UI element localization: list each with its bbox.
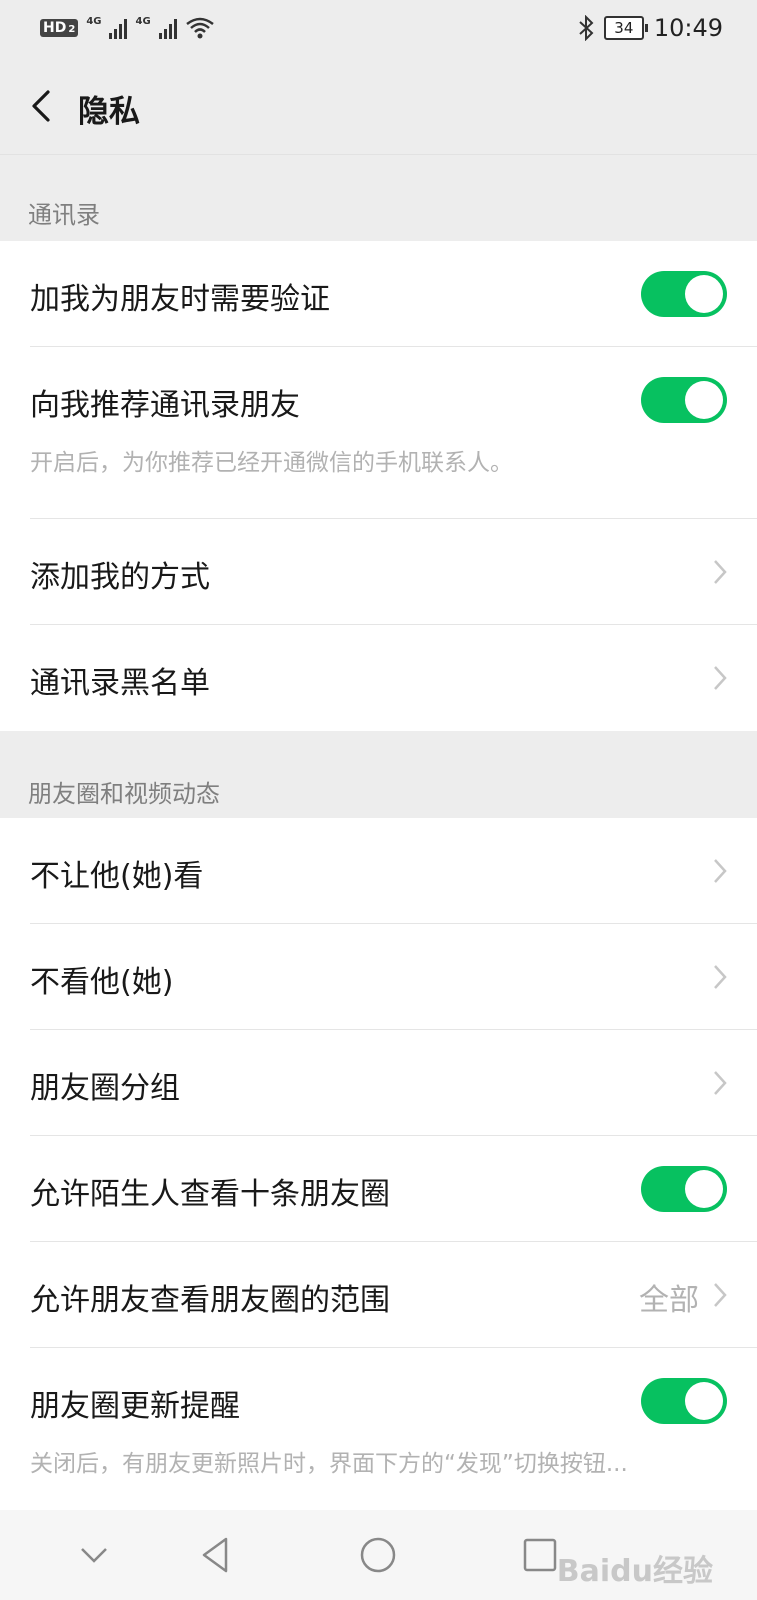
chevron-right-icon (714, 560, 727, 584)
row-label: 不看他(她) (30, 965, 174, 1000)
row-label: 朋友圈更新提醒 (30, 1389, 240, 1424)
row-recommend-contacts[interactable]: 向我推荐通讯录朋友 开启后，为你推荐已经开通微信的手机联系人。 (0, 347, 757, 519)
title-bar: 隐私 (0, 62, 757, 155)
toggle-knob (685, 1170, 723, 1208)
watermark: Baidu经验 (556, 1554, 713, 1589)
hd-badge: HD 2 (40, 19, 79, 37)
section-header-contacts: 通讯录 (0, 155, 757, 241)
row-add-methods[interactable]: 添加我的方式 (0, 519, 757, 625)
signal-1-label: 4G (86, 16, 102, 27)
section-header-label: 朋友圈和视频动态 (28, 780, 220, 808)
row-friends-view-range[interactable]: 允许朋友查看朋友圈的范围 全部 (0, 1242, 757, 1348)
row-contacts-blacklist[interactable]: 通讯录黑名单 (0, 625, 757, 731)
system-nav-bar: Baidu经验 (0, 1510, 757, 1600)
nav-back-icon[interactable] (196, 1535, 236, 1575)
moments-settings-group: 不让他(她)看 不看他(她) 朋友圈分组 允许陌生人查看十条朋友圈 允许朋友查看… (0, 818, 757, 1510)
row-label: 不让他(她)看 (30, 859, 204, 894)
update-reminder-toggle[interactable] (641, 1378, 727, 1424)
signal-2-icon (158, 17, 177, 39)
clock: 10:49 (653, 14, 723, 42)
wifi-icon (185, 17, 214, 39)
page-title: 隐私 (78, 94, 140, 130)
row-hide-my-posts[interactable]: 不让他(她)看 (0, 818, 757, 924)
row-label: 通讯录黑名单 (30, 666, 210, 701)
battery-level: 34 (614, 19, 634, 37)
row-label: 添加我的方式 (30, 560, 210, 595)
nav-collapse-icon[interactable] (74, 1535, 114, 1575)
back-icon (32, 90, 50, 122)
recommend-contacts-toggle[interactable] (641, 377, 727, 423)
bluetooth-icon (579, 15, 594, 41)
contacts-settings-group: 加我为朋友时需要验证 向我推荐通讯录朋友 开启后，为你推荐已经开通微信的手机联系… (0, 241, 757, 731)
row-strangers-view-ten[interactable]: 允许陌生人查看十条朋友圈 (0, 1136, 757, 1242)
toggle-knob (685, 1382, 723, 1420)
row-verify-friend[interactable]: 加我为朋友时需要验证 (0, 241, 757, 347)
chevron-right-icon (714, 965, 727, 989)
row-description: 开启后，为你推荐已经开通微信的手机联系人。 (30, 450, 513, 476)
battery-icon: 34 (603, 16, 648, 40)
nav-home-icon[interactable] (358, 1535, 398, 1575)
strangers-view-toggle[interactable] (641, 1166, 727, 1212)
row-hide-their-posts[interactable]: 不看他(她) (0, 924, 757, 1030)
section-header-label: 通讯录 (28, 201, 100, 229)
chevron-right-icon (714, 666, 727, 690)
row-label: 加我为朋友时需要验证 (30, 282, 330, 317)
toggle-knob (685, 275, 723, 313)
chevron-right-icon (714, 1283, 727, 1307)
row-label: 允许陌生人查看十条朋友圈 (30, 1177, 390, 1212)
signal-2-label: 4G (135, 16, 151, 27)
nav-recents-icon[interactable] (520, 1535, 560, 1575)
row-moments-groups[interactable]: 朋友圈分组 (0, 1030, 757, 1136)
signal-1-icon (109, 17, 128, 39)
row-label: 向我推荐通讯录朋友 (30, 388, 300, 423)
chevron-right-icon (714, 1071, 727, 1095)
toggle-knob (685, 381, 723, 419)
back-button[interactable] (22, 84, 66, 128)
row-moments-update-reminder[interactable]: 朋友圈更新提醒 关闭后，有朋友更新照片时，界面下方的“发现”切换按钮... (0, 1348, 757, 1510)
status-bar: HD 2 4G 4G 34 10:49 (0, 0, 757, 62)
row-value: 全部 (639, 1283, 699, 1318)
section-header-moments: 朋友圈和视频动态 (0, 731, 757, 818)
row-label: 允许朋友查看朋友圈的范围 (30, 1283, 390, 1318)
chevron-right-icon (714, 859, 727, 883)
row-description: 关闭后，有朋友更新照片时，界面下方的“发现”切换按钮... (30, 1451, 628, 1477)
hd-badge-sub: 2 (68, 24, 76, 35)
hd-badge-label: HD (43, 20, 67, 36)
row-label: 朋友圈分组 (30, 1071, 180, 1106)
verify-friend-toggle[interactable] (641, 271, 727, 317)
